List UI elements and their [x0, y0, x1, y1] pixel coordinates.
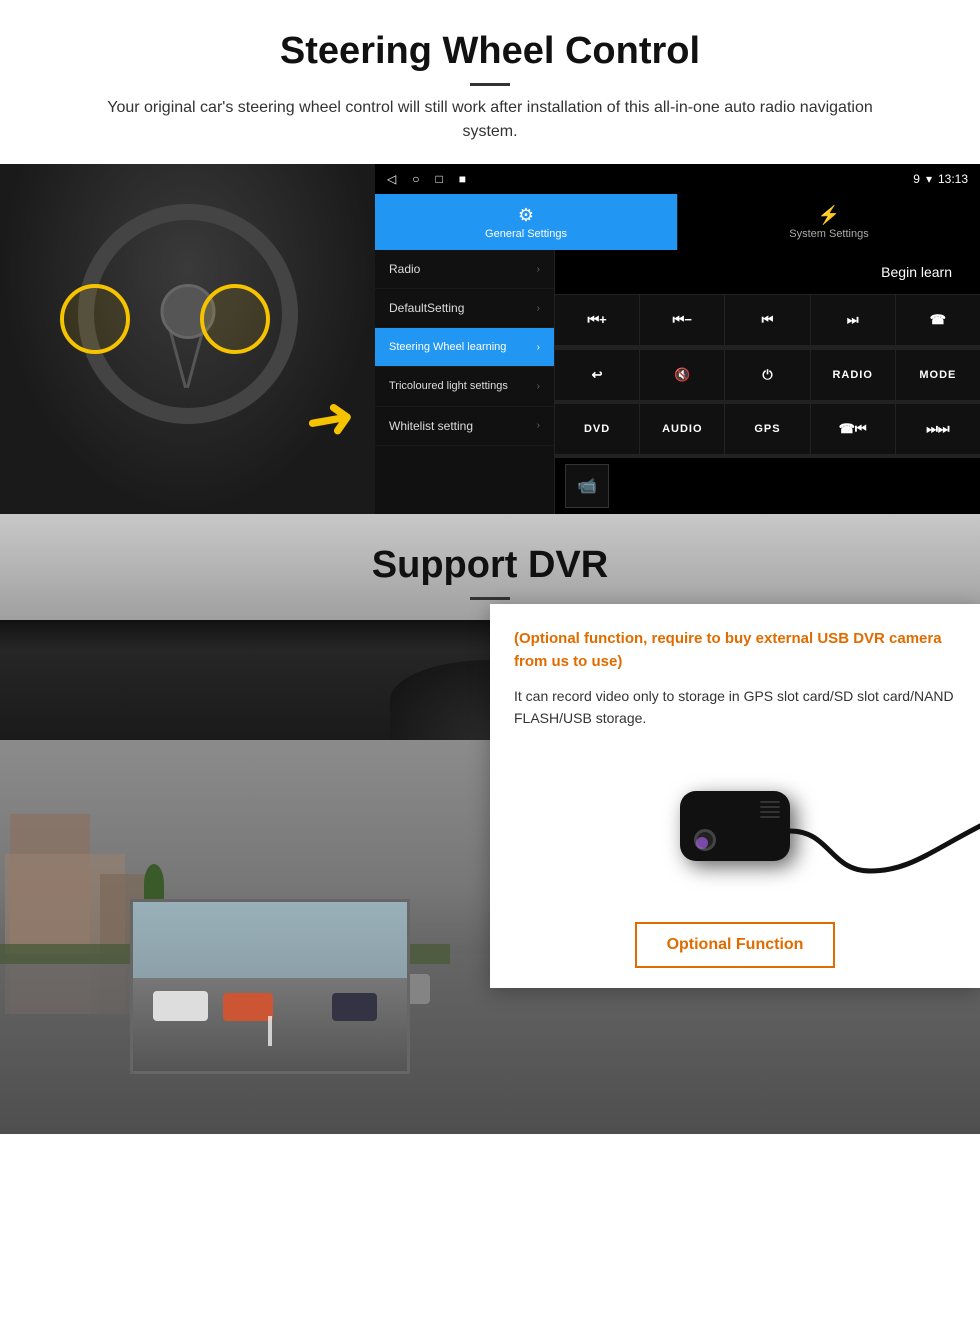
menu-item-defaultsetting[interactable]: DefaultSetting ›	[375, 289, 554, 328]
android-content: Radio › DefaultSetting › Steering Wheel …	[375, 250, 980, 514]
sw-left-circle	[60, 284, 130, 354]
menu-radio-label: Radio	[389, 262, 420, 276]
ctrl-vol-up[interactable]: ⏮+	[555, 295, 639, 345]
status-icons: 9 ▾ 13:13	[913, 172, 968, 186]
ctrl-phone-prev[interactable]: ☎⏮	[811, 404, 895, 454]
ctrl-prev[interactable]: ⏮	[725, 295, 809, 345]
section1-header: Steering Wheel Control Your original car…	[0, 0, 980, 154]
steering-chevron: ›	[537, 342, 540, 353]
section1-description: Your original car's steering wheel contr…	[80, 96, 900, 144]
android-tabs: ⚙ General Settings ⚡ System Settings	[375, 194, 980, 250]
sw-right-circle	[200, 284, 270, 354]
menu-item-tricoloured[interactable]: Tricoloured light settings ›	[375, 367, 554, 406]
ctrl-dvd[interactable]: DVD	[555, 404, 639, 454]
radio-chevron: ›	[537, 264, 540, 275]
steering-ui-container: ➜ ◁ ○ □ ■ 9 ▾ 13:13 ⚙ General Settings	[0, 164, 980, 514]
menu-item-whitelist[interactable]: Whitelist setting ›	[375, 407, 554, 446]
dvr-camera-image	[514, 746, 956, 906]
dvr-optional-text: (Optional function, require to buy exter…	[514, 628, 956, 673]
tab-system-label: System Settings	[789, 228, 868, 240]
clock: 13:13	[938, 172, 968, 186]
control-grid: ⏮+ ⏮− ⏮ ⏭ ☎ ↩ 🔇 ⏻ RADIO MODE DVD AUDIO G…	[555, 295, 980, 458]
system-settings-icon: ⚡	[818, 205, 840, 226]
begin-learn-row: Begin learn	[555, 250, 980, 295]
optional-function-button[interactable]: Optional Function	[635, 922, 835, 968]
ctrl-radio[interactable]: RADIO	[811, 350, 895, 400]
signal-icon: 9	[913, 172, 920, 186]
menu-default-label: DefaultSetting	[389, 301, 464, 315]
tab-general-settings[interactable]: ⚙ General Settings	[375, 194, 677, 250]
android-right-panel: Begin learn ⏮+ ⏮− ⏮ ⏭ ☎ ↩ 🔇 ⏻ RADIO MODE…	[555, 250, 980, 514]
dvr-row: 📹	[555, 458, 980, 514]
tab-system-settings[interactable]: ⚡ System Settings	[677, 194, 980, 250]
dvr-icon-button[interactable]: 📹	[565, 464, 609, 508]
android-menu: Radio › DefaultSetting › Steering Wheel …	[375, 250, 555, 514]
section2-title: Support DVR	[40, 544, 940, 587]
steering-photo: ➜	[0, 164, 375, 514]
back-icon[interactable]: ◁	[387, 172, 396, 186]
ctrl-mute[interactable]: 🔇	[640, 350, 724, 400]
menu-item-radio[interactable]: Radio ›	[375, 250, 554, 289]
whitelist-chevron: ›	[537, 420, 540, 431]
android-statusbar: ◁ ○ □ ■ 9 ▾ 13:13	[375, 164, 980, 194]
ctrl-phone[interactable]: ☎	[896, 295, 980, 345]
ctrl-gps[interactable]: GPS	[725, 404, 809, 454]
ctrl-mode[interactable]: MODE	[896, 350, 980, 400]
menu-icon[interactable]: ■	[459, 172, 466, 186]
dvr-thumbnail	[130, 899, 410, 1074]
ctrl-power[interactable]: ⏻	[725, 350, 809, 400]
tricoloured-chevron: ›	[537, 381, 540, 392]
section2: Support DVR (Optional function, require …	[0, 514, 980, 1134]
menu-item-steering-wheel[interactable]: Steering Wheel learning ›	[375, 328, 554, 367]
nav-icons: ◁ ○ □ ■	[387, 172, 466, 186]
menu-whitelist-label: Whitelist setting	[389, 419, 473, 433]
begin-learn-button[interactable]: Begin learn	[869, 258, 964, 286]
section2-divider	[470, 597, 510, 600]
section1-divider	[470, 83, 510, 86]
ctrl-back[interactable]: ↩	[555, 350, 639, 400]
menu-tricoloured-label: Tricoloured light settings	[389, 379, 508, 393]
menu-steering-label: Steering Wheel learning	[389, 340, 506, 354]
home-icon[interactable]: ○	[412, 172, 419, 186]
ctrl-vol-down[interactable]: ⏮−	[640, 295, 724, 345]
general-settings-icon: ⚙	[518, 205, 534, 226]
ctrl-next[interactable]: ⏭	[811, 295, 895, 345]
ctrl-audio[interactable]: AUDIO	[640, 404, 724, 454]
wifi-icon: ▾	[926, 172, 932, 186]
ctrl-next2[interactable]: ⏭⏭	[896, 404, 980, 454]
android-head-unit: ◁ ○ □ ■ 9 ▾ 13:13 ⚙ General Settings ⚡ S…	[375, 164, 980, 514]
default-chevron: ›	[537, 303, 540, 314]
dvr-info-card: (Optional function, require to buy exter…	[490, 604, 980, 988]
section1-title: Steering Wheel Control	[40, 30, 940, 73]
tab-general-label: General Settings	[485, 228, 567, 240]
dvr-description: It can record video only to storage in G…	[514, 685, 956, 730]
recent-icon[interactable]: □	[435, 172, 442, 186]
